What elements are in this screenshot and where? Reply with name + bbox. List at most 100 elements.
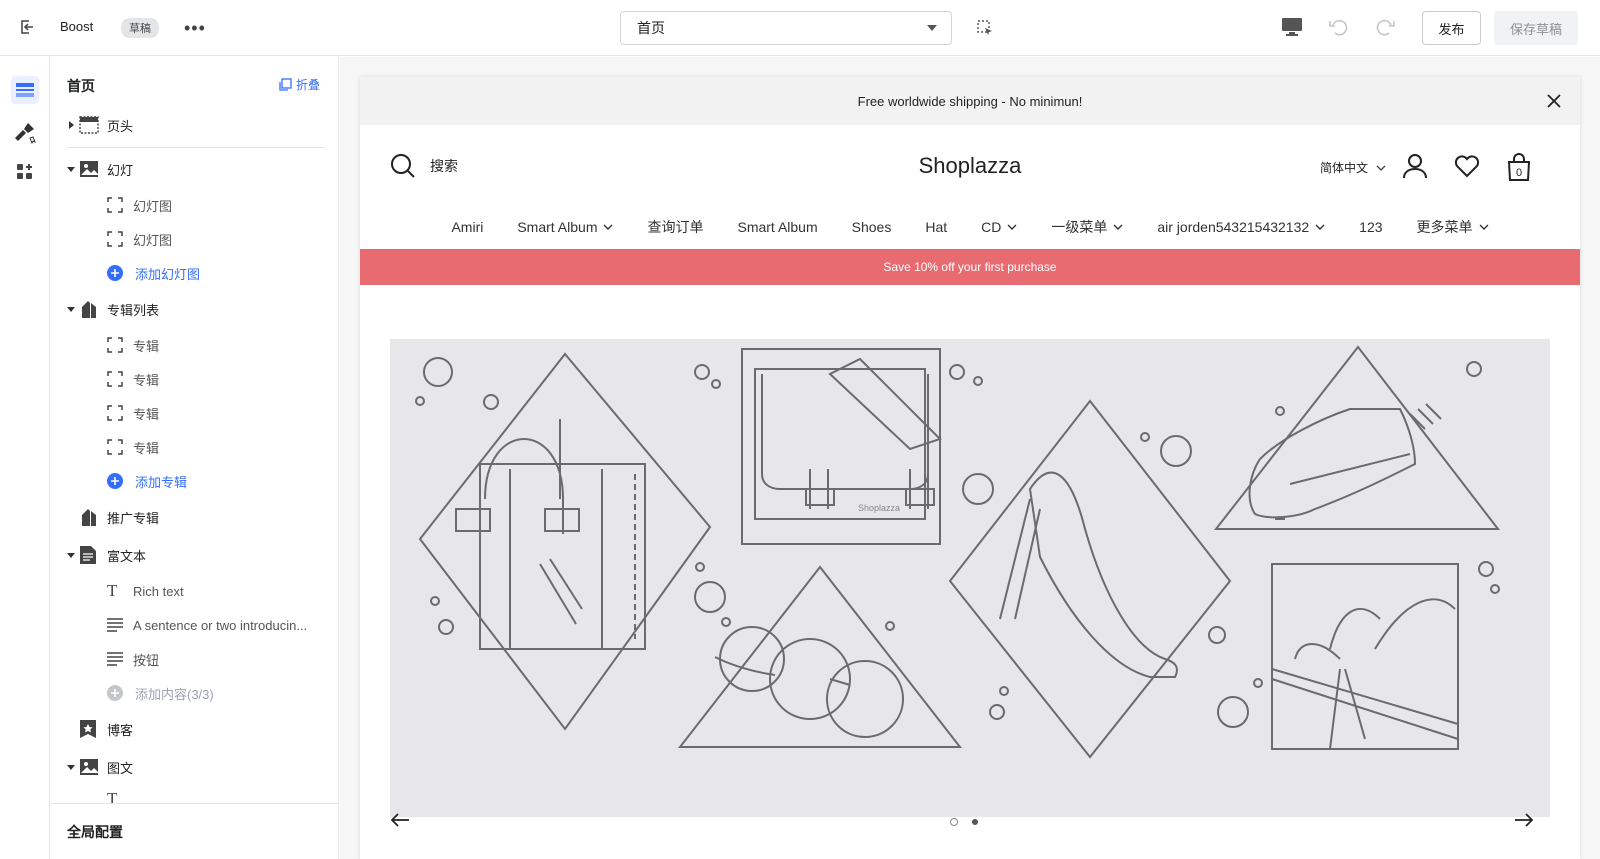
caret-down-icon[interactable] — [67, 305, 75, 313]
tree-item-label: 添加幻灯图 — [135, 266, 201, 282]
tree-item-slideshow[interactable]: 幻灯 — [51, 154, 338, 184]
account-icon[interactable] — [1402, 153, 1428, 182]
nav-item[interactable]: air jorden543215432132 — [1157, 217, 1325, 237]
nav-item[interactable]: Smart Album — [517, 217, 613, 237]
tree-item-rich-text[interactable]: 富文本 — [51, 540, 338, 570]
prev-slide-arrow-icon[interactable] — [390, 812, 410, 831]
tree-item-slide[interactable]: 幻灯图 — [51, 224, 338, 254]
add-content-button[interactable]: 添加内容(3/3) — [51, 678, 338, 708]
image-icon — [79, 160, 99, 178]
next-slide-arrow-icon[interactable] — [1514, 812, 1534, 831]
exit-icon[interactable] — [18, 18, 36, 36]
document-icon — [79, 545, 97, 565]
tree-item-label: 添加内容(3/3) — [135, 686, 214, 702]
tree-item-label: 页头 — [107, 118, 134, 134]
slideshow-image[interactable]: Shoplazza — [390, 339, 1550, 817]
tree-item-paragraph-block[interactable]: A sentence or two introducin... — [51, 610, 338, 640]
tree-item-button-block[interactable]: 按钮 — [51, 644, 338, 674]
nav-item-label: air jorden543215432132 — [1157, 219, 1310, 235]
divider — [67, 147, 325, 148]
icon-rail — [0, 56, 50, 859]
gift-illustration — [1271, 563, 1459, 750]
promo-bar[interactable]: Save 10% off your first purchase — [360, 249, 1580, 285]
slide-dot[interactable] — [972, 819, 978, 825]
tree-item-label: 博客 — [107, 722, 134, 738]
nav-item-label: 更多菜单 — [1416, 219, 1473, 235]
cart-icon[interactable]: 0 — [1506, 153, 1532, 184]
nav-item-label: Hat — [925, 219, 948, 235]
tree-item-heading-block[interactable]: T Rich text — [51, 576, 338, 606]
caret-down-icon[interactable] — [67, 763, 75, 771]
tree-item-header[interactable]: 页头 — [51, 110, 338, 140]
collapse-button[interactable]: 折叠 — [279, 76, 320, 93]
tree-item-blog[interactable]: 博客 — [51, 714, 338, 744]
nav-item[interactable]: Amiri — [451, 217, 483, 237]
tree-item-label: 专辑列表 — [107, 302, 160, 318]
nav-item-label: Amiri — [451, 219, 484, 235]
store-logo[interactable]: Shoplazza — [360, 153, 1580, 179]
collection-icon — [79, 507, 99, 527]
caret-down-icon[interactable] — [67, 551, 75, 559]
cart-count: 0 — [1516, 167, 1522, 179]
undo-icon[interactable] — [1328, 17, 1350, 37]
select-element-icon[interactable] — [976, 19, 994, 37]
nav-item-label: 一级菜单 — [1051, 219, 1108, 235]
nav-item[interactable]: Hat — [925, 217, 947, 237]
tree-item-label: 幻灯图 — [133, 198, 173, 214]
section-sidebar: 首页 折叠 页头 幻灯 幻灯图 幻灯图 添加幻灯图 专辑列表 专辑 专辑 专辑 … — [51, 56, 339, 859]
header-section-icon — [79, 116, 99, 134]
add-collection-button[interactable]: 添加专辑 — [51, 466, 338, 496]
publish-button[interactable]: 发布 — [1422, 11, 1481, 45]
sections-icon[interactable] — [11, 76, 39, 104]
redo-icon[interactable] — [1374, 17, 1396, 37]
tree-item-collection[interactable]: 专辑 — [51, 398, 338, 428]
handbag-illustration — [418, 352, 712, 731]
plus-circle-icon — [107, 685, 123, 701]
wishlist-icon[interactable] — [1454, 153, 1480, 182]
sneaker-illustration — [1213, 345, 1501, 530]
save-draft-button[interactable]: 保存草稿 — [1494, 11, 1578, 45]
chevron-down-icon — [1376, 165, 1386, 171]
tree-item-collection-list[interactable]: 专辑列表 — [51, 294, 338, 324]
tree-item-label: 专辑 — [133, 338, 160, 354]
slide-dot[interactable] — [950, 818, 958, 826]
tree-item-label: 富文本 — [107, 548, 147, 564]
tree-item-collection[interactable]: 专辑 — [51, 330, 338, 360]
chevron-down-icon — [1113, 224, 1123, 230]
global-settings[interactable]: 全局配置 — [51, 803, 338, 859]
tree-item-slide[interactable]: 幻灯图 — [51, 190, 338, 220]
announcement-bar[interactable]: Free worldwide shipping - No minimun! — [360, 77, 1580, 125]
page-select[interactable]: 首页 — [620, 11, 952, 45]
nav-item[interactable]: 一级菜单 — [1051, 217, 1123, 237]
apps-icon[interactable] — [11, 158, 39, 186]
desktop-view-icon[interactable] — [1281, 17, 1303, 37]
caret-down-icon[interactable] — [67, 165, 75, 173]
preview-canvas: Free worldwide shipping - No minimun! 搜索… — [340, 57, 1600, 859]
global-settings-label: 全局配置 — [67, 824, 123, 840]
caret-right-icon[interactable] — [67, 121, 75, 129]
nav-item[interactable]: CD — [981, 217, 1017, 237]
collection-icon — [79, 299, 99, 319]
nav-item[interactable]: Smart Album — [737, 217, 817, 237]
nav-item[interactable]: 123 — [1359, 217, 1382, 237]
plus-circle-icon — [107, 473, 123, 489]
nav-item[interactable]: 更多菜单 — [1417, 217, 1489, 237]
close-icon[interactable] — [1544, 91, 1564, 114]
nav-item[interactable]: Shoes — [852, 217, 892, 237]
tree-item-collection[interactable]: 专辑 — [51, 432, 338, 462]
language-selector[interactable]: 简体中文 — [1320, 159, 1386, 176]
theme-style-icon[interactable] — [11, 118, 39, 146]
store-preview: Free worldwide shipping - No minimun! 搜索… — [360, 77, 1580, 859]
tree-item-image-with-text[interactable]: 图文 — [51, 752, 338, 782]
nav-item-label: 查询订单 — [647, 219, 704, 235]
tree-item-label: 推广专辑 — [107, 510, 160, 526]
tree-item-collection[interactable]: 专辑 — [51, 364, 338, 394]
nav-item[interactable]: 查询订单 — [647, 217, 703, 237]
block-icon — [107, 231, 123, 247]
tree-item-label: 幻灯图 — [133, 232, 173, 248]
more-icon[interactable]: ••• — [184, 18, 206, 39]
image-icon — [79, 758, 99, 776]
tree-item-label: 专辑 — [133, 440, 160, 456]
tree-item-featured-collection[interactable]: 推广专辑 — [51, 502, 338, 532]
add-slide-button[interactable]: 添加幻灯图 — [51, 258, 338, 288]
